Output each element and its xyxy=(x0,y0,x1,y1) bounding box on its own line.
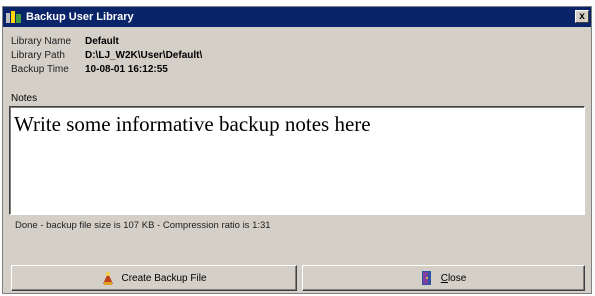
library-name-row: Library Name Default xyxy=(11,34,202,48)
create-backup-label: Create Backup File xyxy=(121,272,207,284)
backup-dialog: Backup User Library x Library Name Defau… xyxy=(2,6,592,294)
library-path-row: Library Path D:\LJ_W2K\User\Default\ xyxy=(11,48,202,62)
backup-icon xyxy=(101,270,115,286)
door-exit-icon xyxy=(421,270,435,286)
library-info: Library Name Default Library Path D:\LJ_… xyxy=(11,34,202,76)
library-path-label: Library Path xyxy=(11,49,65,61)
close-window-button[interactable]: x xyxy=(575,10,589,23)
close-label-rest: lose xyxy=(447,272,467,284)
title-bar[interactable]: Backup User Library x xyxy=(3,7,591,27)
library-name-label: Library Name xyxy=(11,35,72,47)
library-name-value: Default xyxy=(85,35,119,47)
status-message: Done - backup file size is 107 KB - Comp… xyxy=(15,220,271,231)
close-label: Close xyxy=(441,273,467,284)
library-icon xyxy=(6,10,22,24)
create-backup-button[interactable]: Create Backup File xyxy=(11,265,297,291)
notes-label: Notes xyxy=(11,93,38,104)
notes-textarea[interactable]: Write some informative backup notes here xyxy=(9,106,585,215)
close-button[interactable]: Close xyxy=(302,265,585,291)
window-title: Backup User Library xyxy=(26,11,134,23)
backup-time-row: Backup Time 10-08-01 16:12:55 xyxy=(11,62,202,76)
library-path-value: D:\LJ_W2K\User\Default\ xyxy=(85,49,203,61)
backup-time-label: Backup Time xyxy=(11,63,69,75)
backup-time-value: 10-08-01 16:12:55 xyxy=(85,63,168,75)
close-accelerator: C xyxy=(440,272,448,284)
